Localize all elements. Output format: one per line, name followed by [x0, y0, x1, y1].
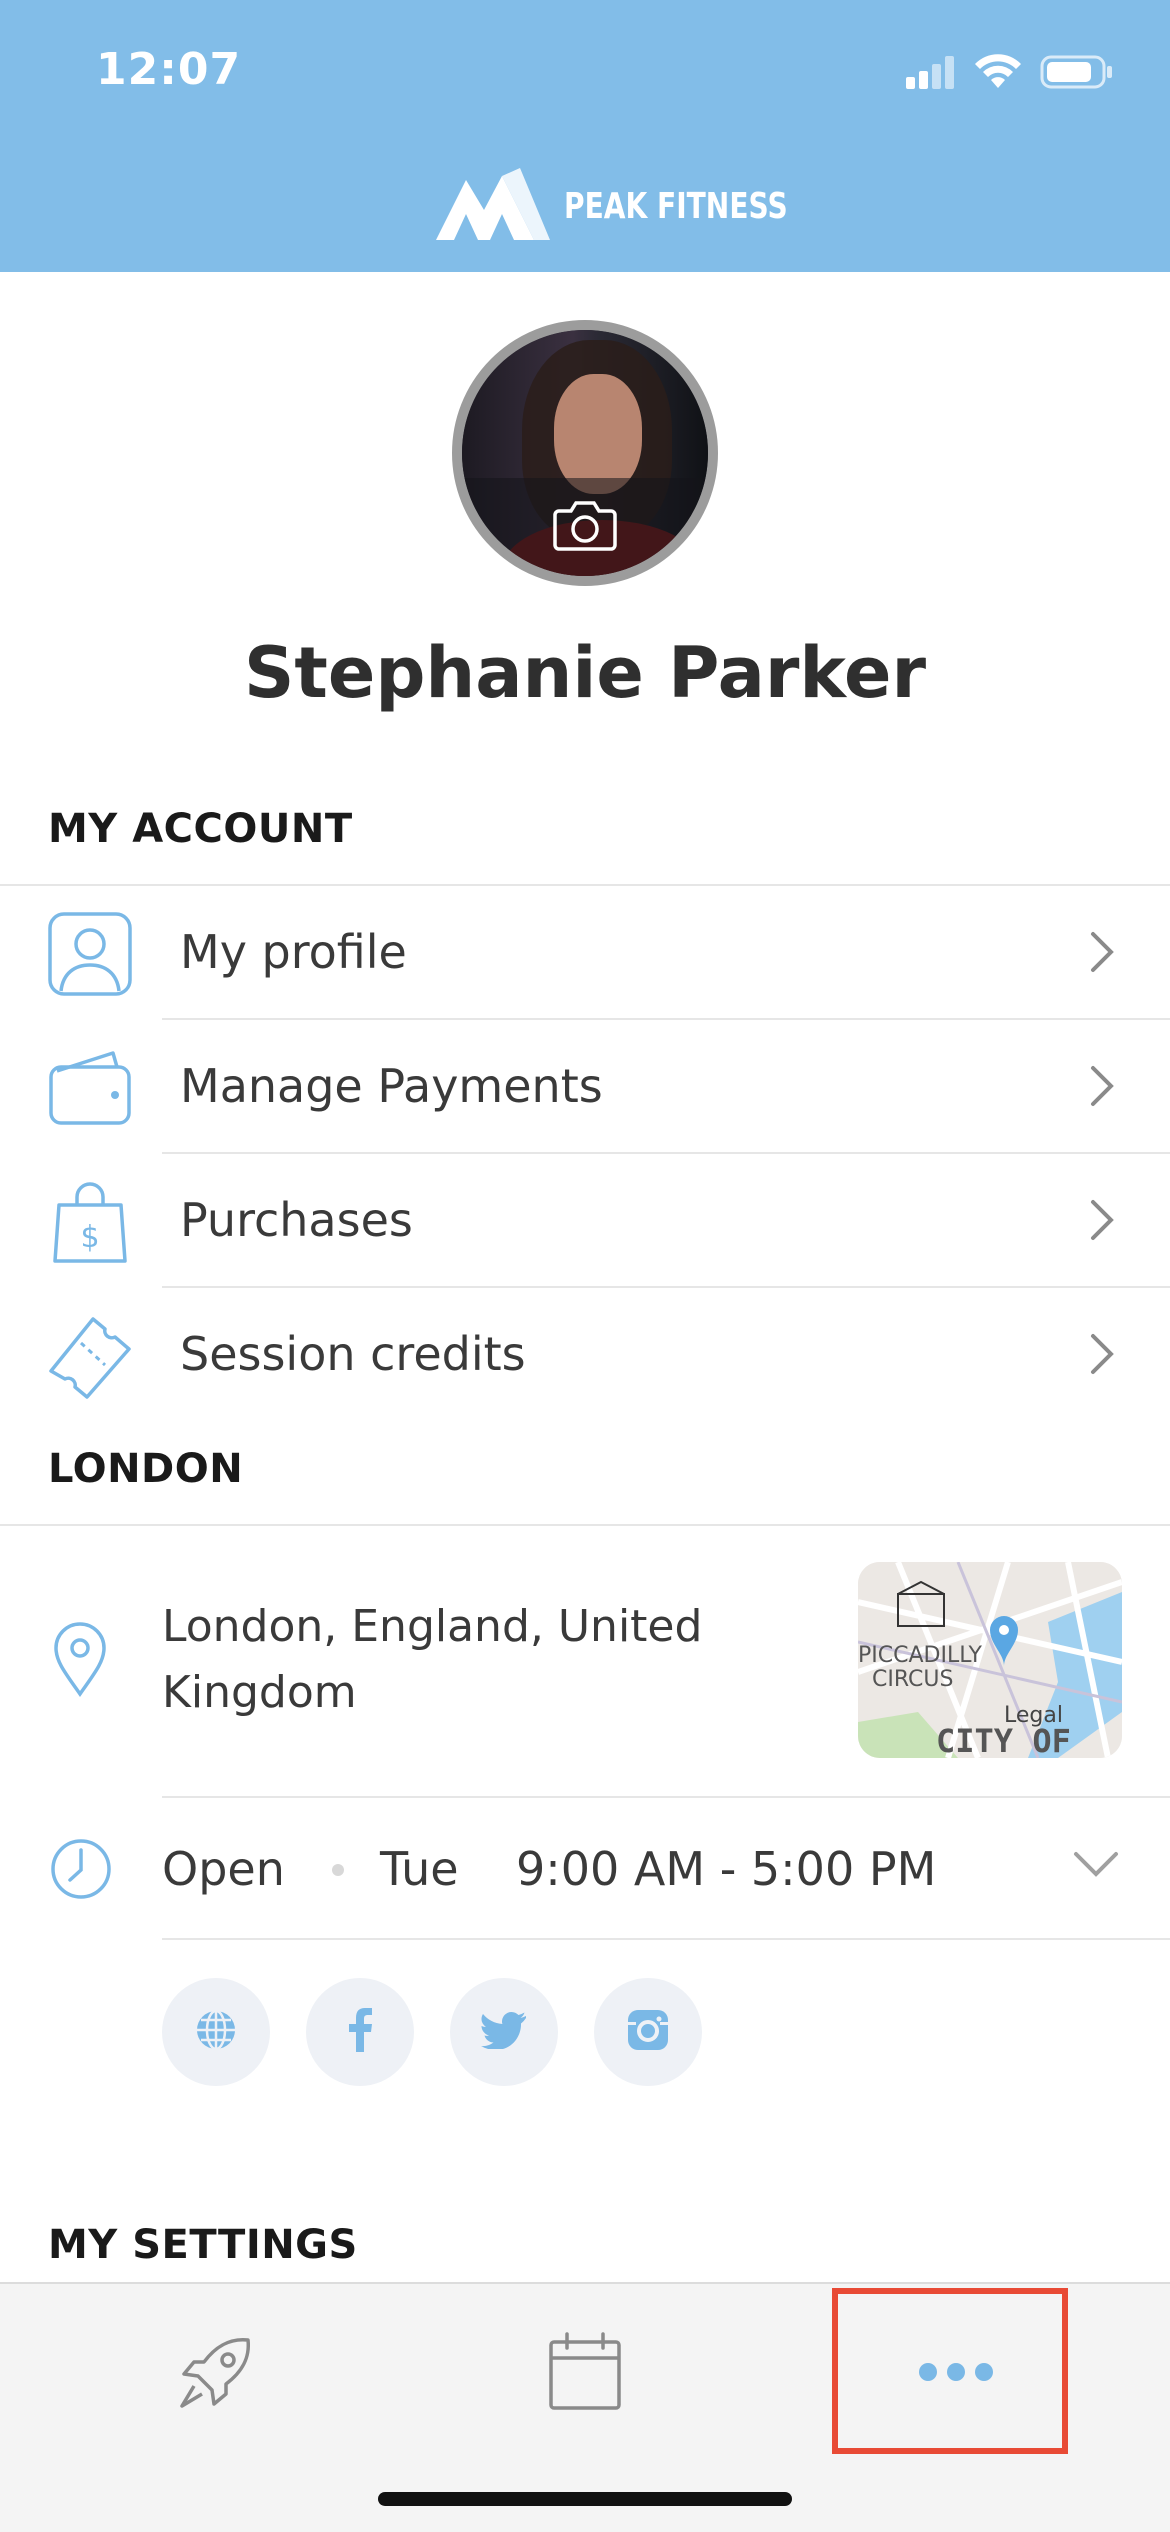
instagram-icon [626, 2008, 670, 2056]
clock-icon [50, 1838, 112, 1904]
website-button[interactable] [162, 1978, 270, 2086]
hours-day: Tue [380, 1842, 459, 1896]
twitter-button[interactable] [450, 1978, 558, 2086]
globe-icon [194, 2008, 238, 2056]
brand-name: PEAK FITNESS [564, 185, 788, 227]
ticket-icon [44, 1310, 136, 1402]
person-icon [44, 908, 136, 1000]
svg-text:$: $ [80, 1220, 99, 1255]
menu-item-session-credits[interactable]: Session credits [0, 1288, 1170, 1420]
status-time: 12:07 [96, 44, 242, 95]
menu-item-label: Purchases [180, 1193, 413, 1247]
section-title-my-settings: MY SETTINGS [48, 2222, 358, 2268]
status-icons [906, 52, 1114, 96]
instagram-button[interactable] [594, 1978, 702, 2086]
facebook-button[interactable] [306, 1978, 414, 2086]
menu-item-label: Session credits [180, 1327, 526, 1381]
home-indicator [378, 2492, 792, 2506]
chevron-down-icon[interactable] [1072, 1850, 1120, 1884]
separator-dot [332, 1864, 344, 1876]
rocket-icon [178, 2334, 254, 2414]
divider [162, 1938, 1170, 1940]
tab-schedule[interactable] [525, 2324, 645, 2424]
battery-icon [1040, 54, 1114, 94]
tab-more[interactable] [896, 2324, 1016, 2424]
section-title-my-account: MY ACCOUNT [48, 806, 353, 852]
location-pin-icon [52, 1622, 108, 1702]
menu-item-label: My profile [180, 925, 407, 979]
camera-icon[interactable] [553, 499, 617, 555]
opening-hours-row[interactable]: Open Tue 9:00 AM - 5:00 PM [0, 1798, 1170, 1938]
twitter-icon [481, 2011, 527, 2053]
map-thumbnail[interactable]: PICCADILLY CIRCUS Legal CITY OF [858, 1562, 1122, 1758]
shopping-bag-icon: $ [44, 1176, 136, 1268]
menu-item-manage-payments[interactable]: Manage Payments [0, 1020, 1170, 1152]
facebook-icon [347, 2008, 373, 2056]
mountain-logo-icon [436, 168, 556, 244]
profile-name: Stephanie Parker [243, 632, 927, 714]
hours-time: 9:00 AM - 5:00 PM [516, 1842, 937, 1896]
signal-icon [906, 55, 956, 93]
map-label: CIRCUS [872, 1667, 953, 1692]
brand-logo: PEAK FITNESS [436, 168, 851, 244]
avatar[interactable] [452, 320, 718, 586]
tab-home[interactable] [156, 2324, 276, 2424]
map-label: PICCADILLY [858, 1643, 983, 1668]
wifi-icon [974, 54, 1022, 94]
menu-item-my-profile[interactable]: My profile [0, 886, 1170, 1018]
chevron-right-icon [1082, 922, 1122, 982]
chevron-right-icon [1082, 1056, 1122, 1116]
section-title-location: LONDON [48, 1446, 244, 1492]
menu-item-purchases[interactable]: $ Purchases [0, 1154, 1170, 1286]
menu-item-label: Manage Payments [180, 1059, 603, 1113]
divider [0, 1524, 1170, 1526]
map-label: CITY OF [936, 1722, 1071, 1758]
hours-status: Open [162, 1842, 285, 1896]
calendar-icon [547, 2332, 623, 2416]
chevron-right-icon [1082, 1190, 1122, 1250]
more-icon [916, 2360, 996, 2388]
app-header: 12:07 PEAK FITNESS [0, 0, 1170, 272]
chevron-right-icon [1082, 1324, 1122, 1384]
location-address: London, England, United Kingdom [162, 1601, 703, 1718]
wallet-icon [44, 1042, 136, 1134]
